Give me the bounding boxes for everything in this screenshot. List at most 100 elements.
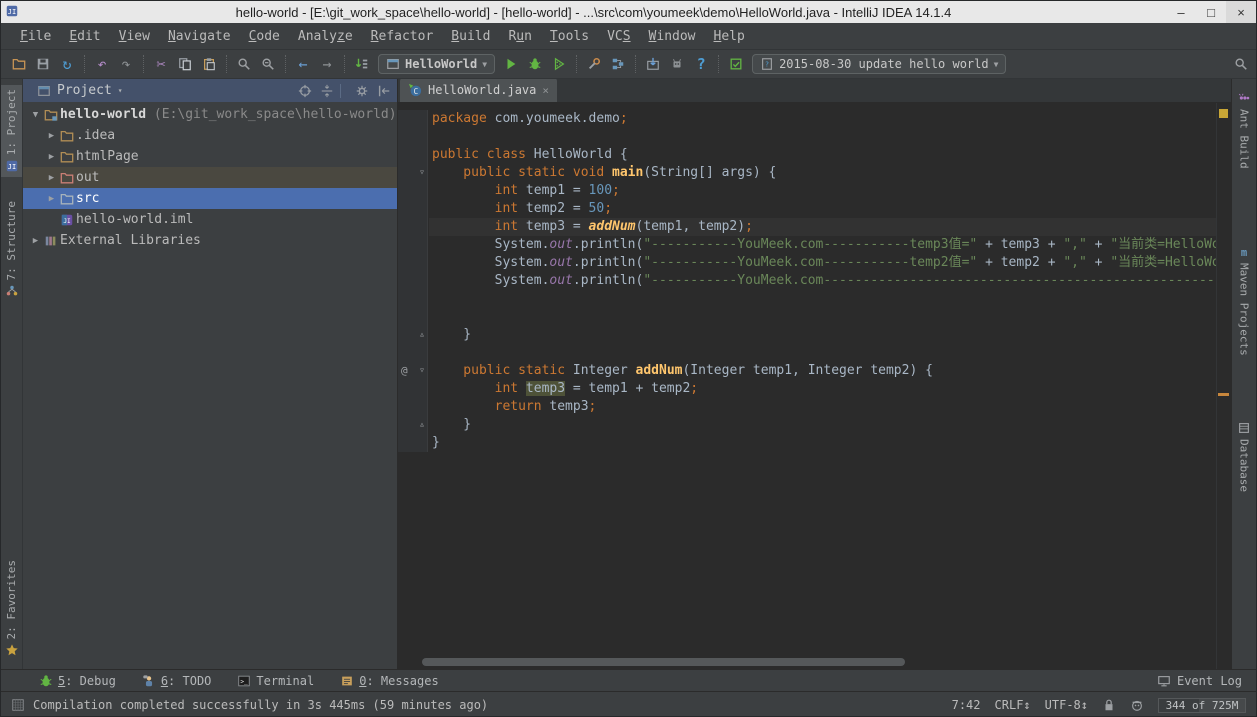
minimize-button[interactable]: – (1166, 1, 1196, 23)
open-project-icon[interactable] (7, 52, 31, 76)
editor-gutter[interactable] (398, 254, 428, 272)
menu-file[interactable]: File (11, 29, 60, 44)
editor-gutter[interactable]: ▿ (398, 164, 428, 182)
stripe-ant-build[interactable]: Ant Build (1232, 87, 1256, 173)
help-icon[interactable]: ? (689, 52, 713, 76)
tab-helloworld-java[interactable]: C HelloWorld.java × (400, 79, 557, 102)
toolwindow-button-terminal[interactable]: >_Terminal (237, 674, 314, 688)
fold-marker-icon[interactable]: ▿ (419, 362, 425, 380)
event-log-button[interactable]: Event Log (1157, 674, 1242, 688)
collapse-all-icon[interactable] (320, 84, 334, 98)
replace-icon[interactable] (256, 52, 280, 76)
tree-item-src[interactable]: ▶src (23, 188, 397, 209)
project-view-dropdown-arrow[interactable]: ▾ (118, 86, 123, 95)
panel-settings-gear-icon[interactable] (355, 84, 369, 98)
menu-vcs[interactable]: VCS (598, 29, 639, 44)
toolwindow-toggle-grid-icon[interactable] (11, 698, 25, 712)
editor-gutter[interactable] (398, 182, 428, 200)
tree-item-htmlpage[interactable]: ▶htmlPage (23, 146, 397, 167)
menu-navigate[interactable]: Navigate (159, 29, 240, 44)
tree-item-hello-world[interactable]: ▼hello-world (E:\git_work_space\hello-wo… (23, 104, 397, 125)
expander-closed-icon[interactable]: ▶ (29, 236, 42, 246)
run-configuration-combo[interactable]: HelloWorld▼ (378, 54, 495, 74)
stripe----project[interactable]: 1: ProjectJI (1, 85, 22, 177)
editor-gutter[interactable] (398, 380, 428, 398)
expander-closed-icon[interactable]: ▶ (45, 194, 58, 204)
paste-icon[interactable] (197, 52, 221, 76)
lock-icon[interactable] (1102, 698, 1116, 712)
save-all-icon[interactable] (31, 52, 55, 76)
editor-gutter[interactable] (398, 236, 428, 254)
menu-code[interactable]: Code (240, 29, 289, 44)
line-ending-selector[interactable]: CRLF↕ (995, 698, 1031, 712)
editor-gutter[interactable]: ▿@ (398, 362, 428, 380)
menu-view[interactable]: View (110, 29, 159, 44)
editor-gutter[interactable] (398, 200, 428, 218)
editor-gutter[interactable] (398, 308, 428, 326)
locate-file-icon[interactable] (298, 84, 312, 98)
editor-gutter[interactable] (398, 272, 428, 290)
hector-inspector-icon[interactable] (1130, 698, 1144, 712)
debug-icon[interactable] (523, 52, 547, 76)
editor-area[interactable]: C HelloWorld.java × package com.youmeek.… (398, 79, 1231, 669)
undo-icon[interactable]: ↶ (90, 52, 114, 76)
menu-window[interactable]: Window (640, 29, 705, 44)
fold-marker-icon[interactable]: ▵ (419, 416, 425, 434)
editor-horizontal-scrollbar[interactable] (422, 658, 905, 666)
menu-tools[interactable]: Tools (541, 29, 598, 44)
hide-panel-icon[interactable] (377, 84, 391, 98)
vcs-action-combo[interactable]: ?2015-08-30 update hello world▼ (752, 54, 1006, 74)
stripe----favorites[interactable]: 2: Favorites (1, 556, 22, 661)
menu-build[interactable]: Build (442, 29, 499, 44)
fold-marker-icon[interactable]: ▵ (419, 326, 425, 344)
settings-icon[interactable] (582, 52, 606, 76)
expander-closed-icon[interactable]: ▶ (45, 173, 58, 183)
stripe-database[interactable]: Database (1232, 417, 1256, 496)
menu-edit[interactable]: Edit (60, 29, 109, 44)
code-editor[interactable]: package com.youmeek.demo;public class He… (398, 103, 1216, 669)
caret-position[interactable]: 7:42 (952, 698, 981, 712)
update-project-icon[interactable] (641, 52, 665, 76)
expander-closed-icon[interactable]: ▶ (45, 131, 58, 141)
tree-item-external-libraries[interactable]: ▶External Libraries (23, 230, 397, 251)
back-icon[interactable]: ← (291, 52, 315, 76)
project-structure-icon[interactable] (606, 52, 630, 76)
menu-analyze[interactable]: Analyze (289, 29, 362, 44)
editor-gutter[interactable] (398, 110, 428, 128)
search-everywhere-icon[interactable] (1234, 57, 1248, 71)
editor-gutter[interactable] (398, 146, 428, 164)
expander-closed-icon[interactable]: ▶ (45, 152, 58, 162)
tree-item-hello-world-iml[interactable]: JIhello-world.iml (23, 209, 397, 230)
copy-icon[interactable] (173, 52, 197, 76)
expander-open-icon[interactable]: ▼ (29, 110, 42, 120)
tab-close-icon[interactable]: × (542, 84, 549, 97)
project-panel-title[interactable]: Project (57, 83, 112, 98)
stripe----structure[interactable]: 7: Structure (1, 197, 22, 302)
editor-gutter[interactable] (398, 290, 428, 308)
editor-gutter[interactable] (398, 344, 428, 362)
editor-vertical-scrollbar[interactable] (1216, 103, 1231, 669)
run-icon[interactable] (499, 52, 523, 76)
editor-gutter[interactable] (398, 398, 428, 416)
memory-indicator[interactable]: 344 of 725M (1158, 698, 1246, 713)
forward-icon[interactable]: → (315, 52, 339, 76)
find-icon[interactable] (232, 52, 256, 76)
editor-gutter[interactable] (398, 128, 428, 146)
encoding-selector[interactable]: UTF-8↕ (1045, 698, 1088, 712)
editor-gutter[interactable] (398, 434, 428, 452)
tree-item--idea[interactable]: ▶.idea (23, 125, 397, 146)
toolwindow-button-5--debug[interactable]: 5: Debug (39, 674, 116, 688)
editor-gutter[interactable]: ▵ (398, 416, 428, 434)
compare-icon[interactable] (350, 52, 374, 76)
attach-process-icon[interactable] (665, 52, 689, 76)
toolwindow-button-6--todo[interactable]: 6: TODO (142, 674, 212, 688)
editor-gutter[interactable]: ▵ (398, 326, 428, 344)
close-button[interactable]: × (1226, 1, 1256, 23)
menu-help[interactable]: Help (705, 29, 754, 44)
menu-refactor[interactable]: Refactor (362, 29, 443, 44)
maximize-button[interactable]: □ (1196, 1, 1226, 23)
coverage-icon[interactable] (547, 52, 571, 76)
redo-icon[interactable]: ↷ (114, 52, 138, 76)
menu-run[interactable]: Run (499, 29, 540, 44)
stripe-maven-projects[interactable]: mMaven Projects (1232, 241, 1256, 360)
